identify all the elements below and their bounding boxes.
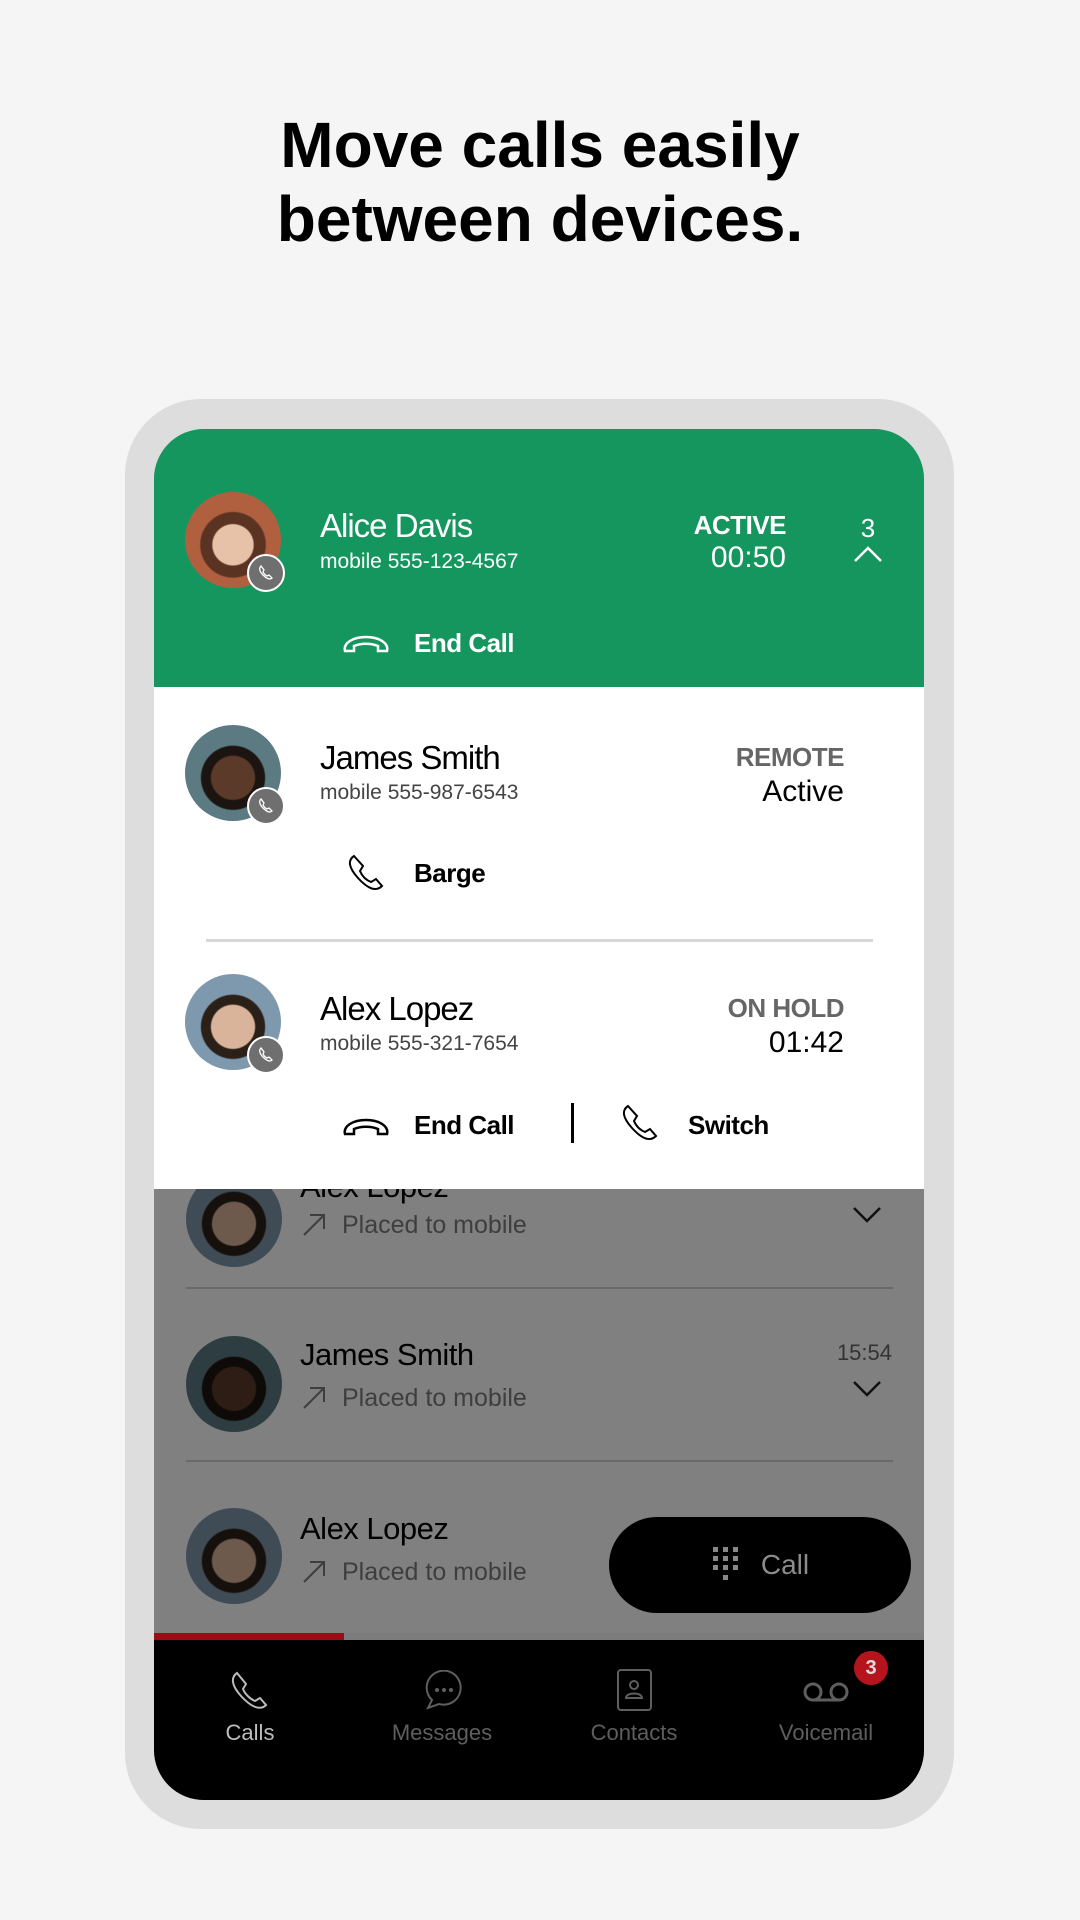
- avatar: [186, 1336, 282, 1432]
- hang-up-icon: [343, 1118, 389, 1136]
- avatar: [185, 974, 285, 1074]
- chat-icon: [425, 1670, 462, 1710]
- other-calls-panel: James Smith mobile 555-987-6543 REMOTE A…: [154, 687, 924, 1189]
- tab-messages[interactable]: Messages: [346, 1640, 538, 1800]
- active-call-header: Alice Davis mobile 555-123-4567 ACTIVE 0…: [154, 429, 924, 687]
- phone-screen: Alex Lopez Placed to mobile James Smith …: [154, 429, 924, 1800]
- phone-icon: [348, 854, 384, 891]
- outgoing-arrow-icon: [303, 1387, 325, 1409]
- tab-voicemail[interactable]: 3 Voicemail: [730, 1640, 922, 1800]
- outgoing-arrow-icon: [303, 1214, 325, 1236]
- tab-contacts[interactable]: Contacts: [538, 1640, 730, 1800]
- divider: [186, 1287, 893, 1289]
- tab-calls[interactable]: Calls: [154, 1640, 346, 1800]
- dialpad-icon: [712, 1547, 738, 1580]
- avatar: [186, 1508, 282, 1604]
- phone-icon: [231, 1671, 268, 1709]
- contact-card-icon: [617, 1669, 652, 1711]
- phone-badge-icon: [247, 554, 285, 592]
- outgoing-arrow-icon: [303, 1561, 325, 1583]
- call-button[interactable]: Call: [609, 1517, 911, 1613]
- divider: [186, 1460, 893, 1462]
- separator: [571, 1103, 574, 1143]
- bottom-nav: Calls Messages Contacts 3 Voicemail: [154, 1640, 924, 1800]
- chevron-down-icon[interactable]: [852, 1205, 882, 1225]
- phone-icon: [622, 1104, 658, 1141]
- active-tab-indicator: [154, 1633, 344, 1640]
- divider: [206, 939, 873, 942]
- voicemail-badge: 3: [854, 1651, 888, 1685]
- chevron-up-icon[interactable]: [853, 545, 883, 563]
- phone-badge-icon: [247, 1036, 285, 1074]
- phone-badge-icon: [247, 787, 285, 825]
- headline: Move calls easily between devices.: [276, 109, 804, 255]
- chevron-down-icon[interactable]: [852, 1379, 882, 1399]
- avatar: [185, 492, 285, 592]
- hang-up-icon: [343, 635, 389, 653]
- voicemail-icon: [803, 1682, 849, 1702]
- avatar: [185, 725, 285, 825]
